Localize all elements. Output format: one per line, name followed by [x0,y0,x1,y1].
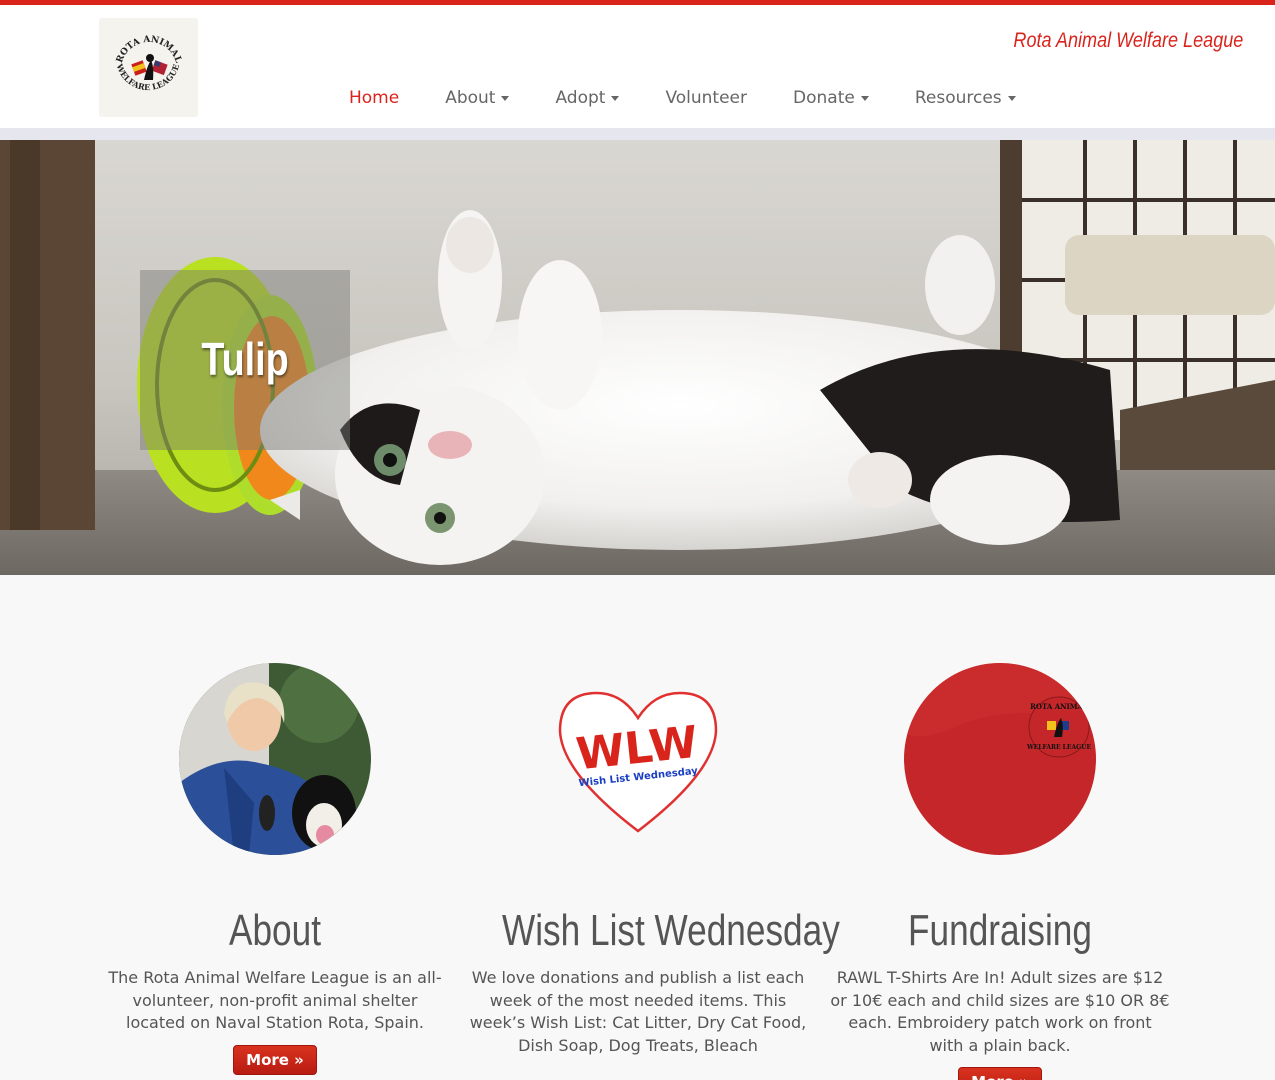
fundraising-photo: ROTA ANIMAL WELFARE LEAGUE [904,663,1096,855]
svg-text:ROTA ANIMAL: ROTA ANIMAL [1030,702,1088,711]
site-logo[interactable]: ROTA ANIMAL WELFARE LEAGUE [99,18,198,117]
wish-list-title: Wish List Wednesday [502,906,840,955]
hero-carousel[interactable]: Tulip [0,140,1275,575]
caret-down-icon [1007,95,1016,101]
feature-about: About The Rota Animal Welfare League is … [105,663,445,1075]
nav-adopt-label: Adopt [555,88,606,108]
nav-home-label: Home [349,88,400,108]
site-header: ROTA ANIMAL WELFARE LEAGUE Rota Animal W… [0,5,1275,129]
slide-caption: Tulip [201,333,289,385]
about-photo [179,663,371,855]
caret-down-icon [860,95,869,101]
nav-volunteer-label: Volunteer [665,88,748,108]
nav-home[interactable]: Home [326,81,422,115]
nav-resources[interactable]: Resources [892,81,1039,115]
feature-wish-list: WLW Wish List Wednesday Wish List Wednes… [468,663,840,1057]
fundraising-more-button[interactable]: More » [958,1067,1042,1080]
nav-donate[interactable]: Donate [770,81,892,115]
nav-donate-label: Donate [793,88,855,108]
main-nav: Home About Adopt Volunteer Donate Resour… [326,81,1039,115]
brand-title[interactable]: Rota Animal Welfare League [1013,29,1243,53]
feature-fundraising: ROTA ANIMAL WELFARE LEAGUE Fundraising R… [830,663,1170,1080]
fundraising-title: Fundraising [908,906,1092,955]
wish-list-logo: WLW Wish List Wednesday [542,663,734,855]
nav-about-label: About [445,88,496,108]
nav-adopt[interactable]: Adopt [532,81,642,115]
svg-text:WELFARE LEAGUE: WELFARE LEAGUE [1026,744,1092,751]
caret-down-icon [611,95,620,101]
about-title: About [229,906,321,955]
wish-list-text: We love donations and publish a list eac… [469,968,807,1055]
header-divider [0,129,1275,140]
nav-resources-label: Resources [914,88,1002,108]
fundraising-text: RAWL T-Shirts Are In! Adult sizes are $1… [830,968,1170,1055]
about-text: The Rota Animal Welfare League is an all… [108,968,442,1032]
nav-volunteer[interactable]: Volunteer [642,81,770,115]
about-more-button[interactable]: More » [233,1044,317,1075]
nav-about[interactable]: About [422,81,532,115]
caret-down-icon [501,95,510,101]
